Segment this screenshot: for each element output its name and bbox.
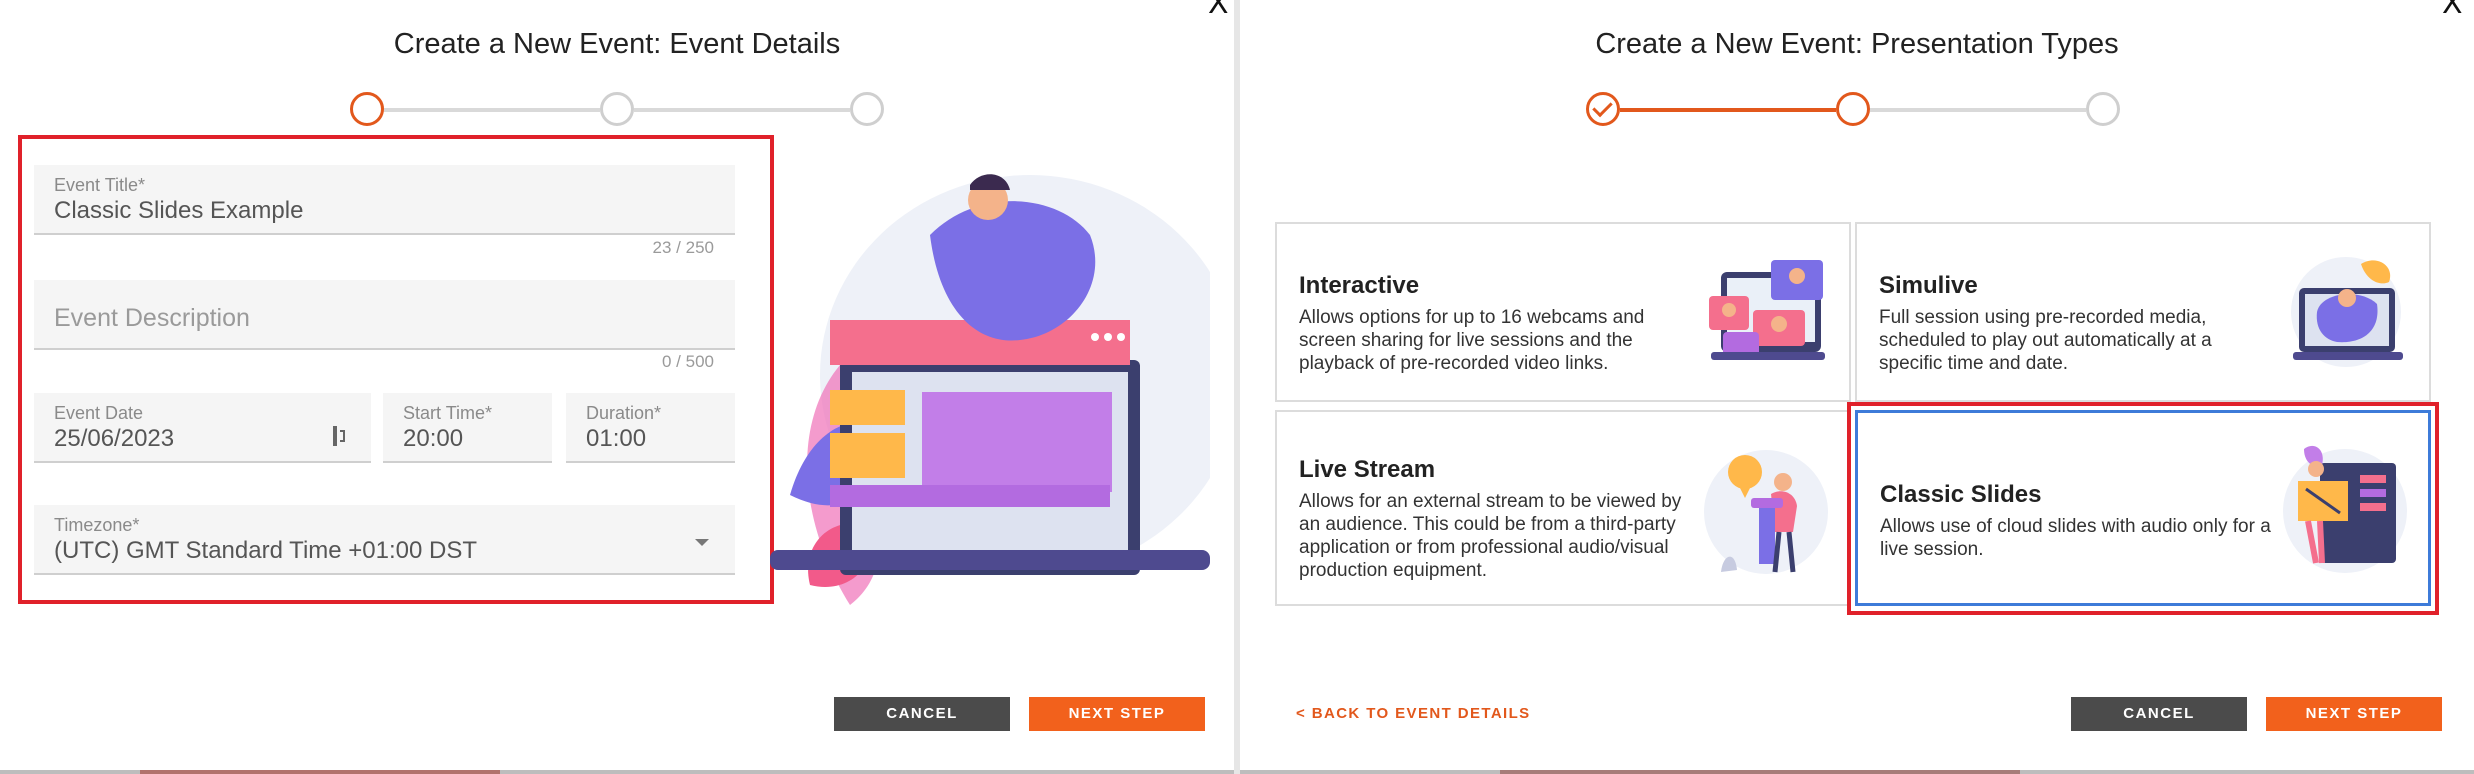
step-3-indicator [2086,92,2120,126]
dialog-title: Create a New Event: Event Details [393,28,841,60]
step-connector [1870,108,2086,112]
card-description: Allows for an external stream to be view… [1299,491,1682,581]
calendar-icon[interactable] [333,426,347,446]
start-time-label: Start Time* [403,403,493,423]
close-icon[interactable]: X [1208,0,1229,21]
stepper [350,92,890,128]
event-date-value: 25/06/2023 [54,425,175,452]
duration-value: 01:00 [586,425,647,452]
close-icon[interactable]: X [2442,0,2463,21]
interactive-illustration [1709,260,1825,360]
event-details-dialog: X Create a New Event: Event Details Even… [0,0,1234,770]
step-connector [1620,108,1836,112]
event-date-label: Event Date [54,403,144,423]
event-description-placeholder: Event Description [54,304,250,332]
highlight-box [1847,402,2439,615]
check-icon [1586,92,1620,126]
timezone-value: (UTC) GMT Standard Time +01:00 DST [54,537,478,564]
dialog-title: Create a New Event: Presentation Types [1595,28,2119,60]
start-time-field[interactable]: Start Time* 20:00 [383,393,552,463]
card-title: Simulive [1879,272,1978,299]
step-connector [384,108,600,112]
chevron-down-icon[interactable] [695,539,709,546]
stepper [1586,92,2126,128]
event-title-field[interactable]: Event Title* Classic Slides Example [34,165,735,235]
next-step-button[interactable]: NEXT STEP [2266,697,2442,731]
card-description: Allows options for up to 16 webcams and … [1299,307,1645,374]
back-to-event-details-link[interactable]: < BACK TO EVENT DETAILS [1296,705,1531,722]
description-char-counter: 0 / 500 [662,352,714,371]
event-date-field[interactable]: Event Date 25/06/2023 [34,393,371,463]
card-title: Live Stream [1299,456,1436,483]
event-title-label: Event Title* [54,175,146,195]
card-title: Interactive [1299,272,1420,299]
step-2-indicator [1836,92,1870,126]
presentation-type-card-simulive[interactable]: Simulive Full session using pre-recorded… [1855,222,2431,402]
step-3-indicator [850,92,884,126]
cancel-button[interactable]: CANCEL [2071,697,2247,731]
event-details-illustration [770,174,1210,605]
live-stream-illustration [1704,450,1828,574]
title-char-counter: 23 / 250 [652,238,714,257]
card-description: Full session using pre-recorded media, s… [1879,307,2212,374]
presentation-types-dialog: X Create a New Event: Presentation Types… [1240,0,2474,770]
next-step-button[interactable]: NEXT STEP [1029,697,1205,731]
timezone-label: Timezone* [54,515,140,535]
start-time-value: 20:00 [403,425,464,452]
step-2-indicator [600,92,634,126]
event-title-value: Classic Slides Example [54,197,304,224]
cancel-button[interactable]: CANCEL [834,697,1010,731]
duration-field[interactable]: Duration* 01:00 [566,393,735,463]
duration-label: Duration* [586,403,662,423]
presentation-type-card-live-stream[interactable]: Live Stream Allows for an external strea… [1275,410,1851,606]
step-1-indicator [350,92,384,126]
simulive-illustration [2291,257,2403,367]
event-description-field[interactable]: Event Description [34,280,735,350]
timezone-select[interactable]: Timezone* (UTC) GMT Standard Time +01:00… [34,505,735,575]
presentation-type-card-interactive[interactable]: Interactive Allows options for up to 16 … [1275,222,1851,402]
step-connector [634,108,850,112]
